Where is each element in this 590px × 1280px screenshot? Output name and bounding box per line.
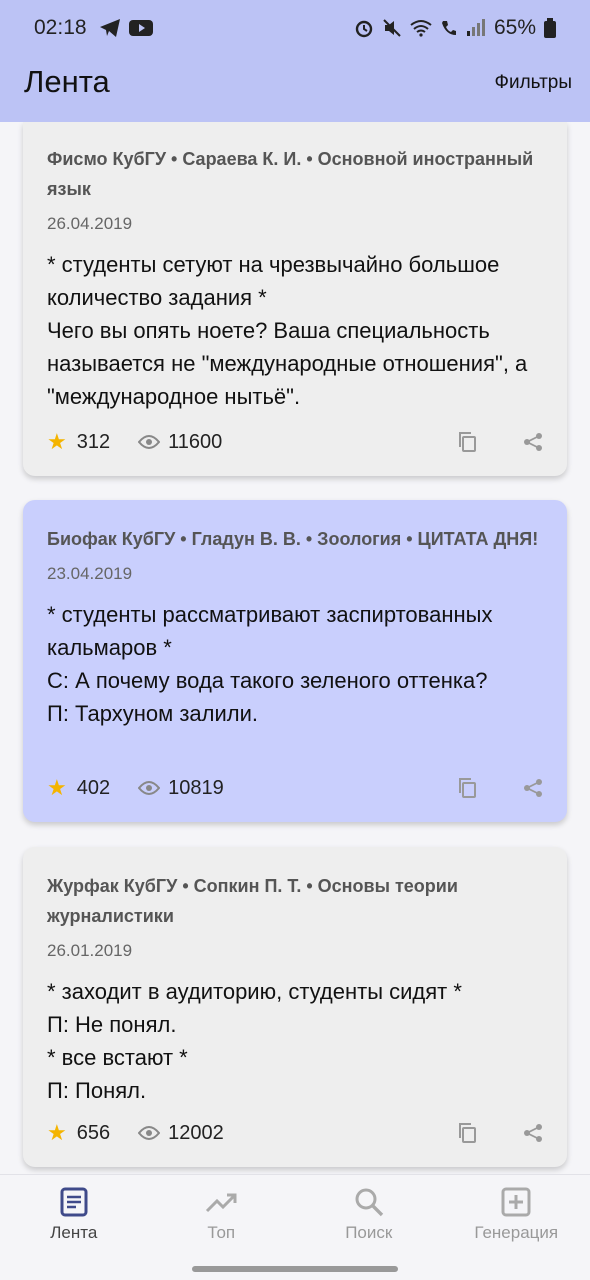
eye-icon [138, 781, 161, 795]
quote-date: 26.01.2019 [47, 941, 133, 960]
eye-icon [138, 1126, 161, 1140]
quote-text: * студенты сетуют на чрезвычайно большое… [47, 252, 528, 409]
nav-label: Топ [207, 1223, 236, 1242]
quote-footer: ★ 402 10819 [47, 768, 543, 808]
nav-label: Лента [50, 1223, 98, 1242]
status-bar: 02:18 65% [0, 0, 590, 56]
views-count: 10819 [168, 776, 224, 799]
bottom-navigation: Лента Топ Поиск Генерация [0, 1174, 590, 1280]
nav-feed[interactable]: Лента [0, 1175, 148, 1280]
battery-percent: 65% [493, 16, 536, 39]
quote-date: 26.04.2019 [47, 214, 133, 233]
star-icon[interactable]: ★ [47, 429, 67, 455]
call-icon [441, 21, 456, 35]
star-icon[interactable]: ★ [47, 1120, 67, 1146]
nav-top[interactable]: Топ [148, 1175, 296, 1280]
rating-count: 402 [76, 776, 111, 799]
filters-button[interactable]: Фильтры [495, 72, 572, 94]
quote-meta: Фисмо КубГУ • Сараева К. И. • Основной и… [47, 149, 534, 199]
views-count: 12002 [168, 1121, 224, 1144]
telegram-icon [99, 19, 120, 37]
quote-card-highlighted: Биофак КубГУ • Гладун В. В. • Зоология •… [23, 500, 567, 822]
quote-meta: Биофак КубГУ • Гладун В. В. • Зоология •… [47, 529, 539, 549]
copy-icon[interactable] [457, 431, 477, 453]
quote-card: Фисмо КубГУ • Сараева К. И. • Основной и… [23, 122, 567, 476]
eye-icon [138, 435, 161, 449]
mute-icon [383, 19, 401, 37]
share-icon[interactable] [523, 432, 543, 452]
add-box-icon [501, 1187, 531, 1217]
copy-icon[interactable] [457, 1122, 477, 1144]
feed-icon [60, 1187, 88, 1217]
youtube-icon [128, 20, 153, 36]
wifi-icon [410, 20, 432, 37]
nav-search[interactable]: Поиск [295, 1175, 443, 1280]
star-icon[interactable]: ★ [47, 775, 67, 801]
quote-date: 23.04.2019 [47, 564, 133, 583]
quote-feed[interactable]: Фисмо КубГУ • Сараева К. И. • Основной и… [0, 122, 590, 1174]
alarm-icon [355, 20, 373, 38]
copy-icon[interactable] [457, 777, 477, 799]
nav-label: Генерация [474, 1223, 559, 1242]
quote-footer: ★ 312 11600 [47, 422, 543, 462]
status-time: 02:18 [34, 16, 87, 39]
quote-card: Журфак КубГУ • Сопкин П. Т. • Основы тео… [23, 847, 567, 1167]
share-icon[interactable] [523, 1123, 543, 1143]
search-icon [355, 1188, 383, 1217]
rating-count: 312 [76, 430, 111, 453]
app-header: 02:18 65% Лента Фильтры [0, 0, 590, 122]
share-icon[interactable] [523, 778, 543, 798]
quote-footer: ★ 656 12002 [47, 1113, 543, 1153]
quote-text: * студенты рассматривают заспиртованных … [47, 602, 493, 726]
page-title: Лента [24, 64, 110, 99]
nav-label: Поиск [345, 1223, 393, 1242]
battery-icon [544, 18, 556, 38]
signal-icon [466, 19, 485, 36]
views-count: 11600 [168, 430, 223, 453]
quote-meta: Журфак КубГУ • Сопкин П. Т. • Основы тео… [47, 876, 458, 926]
nav-generation[interactable]: Генерация [443, 1175, 590, 1280]
rating-count: 656 [76, 1121, 111, 1144]
trending-icon [206, 1193, 237, 1213]
home-indicator[interactable] [192, 1266, 398, 1272]
quote-text: * заходит в аудиторию, студенты сидят * … [47, 979, 462, 1103]
